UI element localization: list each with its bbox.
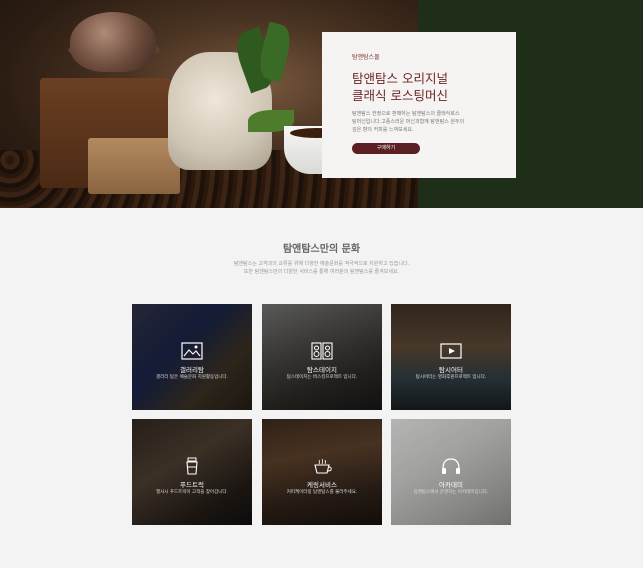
tile-catering[interactable]: 케링서비스 커피케이터링 탐앤탐스를 불러주세요. xyxy=(262,419,382,525)
gallery-icon xyxy=(181,342,203,360)
tile-title: 아카데미 xyxy=(439,481,463,489)
culture-desc-line2: 또한 탐앤탐스만의 다양한 서비스를 통해 여러분의 탐앤탐스를 즐겨보세요. xyxy=(243,269,400,275)
tile-title: 푸드트럭 xyxy=(180,481,204,489)
tile-desc: 갤러리 탐은 예술문화 지원활동입니다. xyxy=(156,375,228,380)
culture-grid: 갤러리탐 갤러리 탐은 예술문화 지원활동입니다. 탐스테이지 탐스테이지는 버… xyxy=(132,304,512,526)
tile-desc: 탐앤탐스에서 운영하는 아카데미입니다. xyxy=(413,490,489,495)
tile-theater[interactable]: 탐시어터 탐시어터는 영화후원프로젝트 입니다. xyxy=(391,304,511,410)
hero-kicker: 탐앤탐스몰 xyxy=(352,54,380,61)
hero-title: 탐앤탐스 오리지널 클래식 로스팅머신 xyxy=(352,70,496,104)
food-truck-icon xyxy=(181,457,203,475)
tile-title: 케링서비스 xyxy=(307,481,337,489)
culture-section: 탐앤탐스만의 문화 탐앤탐스는 고객과의 교류를 위해 다양한 예술문화를 적극… xyxy=(0,208,643,568)
theater-icon xyxy=(440,342,462,360)
hero-desc-line3: 깊은 향의 커피를 느껴보세요. xyxy=(352,127,414,133)
catering-icon xyxy=(311,457,333,475)
hero-description: 탐앤탐스 한정으로 판매하는 탐앤탐스의 클래식로스 팅머신입니다.고풍스러운 … xyxy=(352,110,496,134)
tile-food-truck[interactable]: 푸드트럭 행사시 푸드트럭이 고객을 찾아갑니다. xyxy=(132,419,252,525)
grinder-bowl xyxy=(70,12,156,72)
hero-banner: 탐앤탐스몰 탐앤탐스 오리지널 클래식 로스팅머신 탐앤탐스 한정으로 판매하는… xyxy=(0,0,643,208)
stage-icon xyxy=(311,342,333,360)
tile-title: 갤러리탐 xyxy=(180,366,204,374)
grinder-drawer xyxy=(88,138,180,194)
tile-stage[interactable]: 탐스테이지 탐스테이지는 버스킹프로젝트 입니다. xyxy=(262,304,382,410)
hero-desc-line2: 팅머신입니다.고풍스러운 머신과함께 탐앤탐스 원두의 xyxy=(352,119,465,125)
hero-title-line1: 탐앤탐스 오리지널 xyxy=(352,71,448,86)
leaf xyxy=(255,21,295,83)
tile-desc: 탐시어터는 영화후원프로젝트 입니다. xyxy=(415,375,487,380)
tile-desc: 커피케이터링 탐앤탐스를 불러주세요. xyxy=(286,490,358,495)
tile-title: 탐스테이지 xyxy=(307,366,337,374)
hero-promo-card: 탐앤탐스몰 탐앤탐스 오리지널 클래식 로스팅머신 탐앤탐스 한정으로 판매하는… xyxy=(322,32,516,178)
culture-description: 탐앤탐스는 고객과의 교류를 위해 다양한 예술문화를 적극적으로 지원하고 있… xyxy=(0,260,643,276)
tile-title: 탐시어터 xyxy=(439,366,463,374)
tile-desc: 탐스테이지는 버스킹프로젝트 입니다. xyxy=(286,375,358,380)
hero-title-line2: 클래식 로스팅머신 xyxy=(352,88,448,103)
buy-button[interactable]: 구매하기 xyxy=(352,143,420,154)
hero-desc-line1: 탐앤탐스 한정으로 판매하는 탐앤탐스의 클래식로스 xyxy=(352,111,460,117)
tile-desc: 행사시 푸드트럭이 고객을 찾아갑니다. xyxy=(156,490,228,495)
culture-title: 탐앤탐스만의 문화 xyxy=(282,244,361,255)
tile-gallery[interactable]: 갤러리탐 갤러리 탐은 예술문화 지원활동입니다. xyxy=(132,304,252,410)
headphones-icon xyxy=(440,457,462,475)
culture-desc-line1: 탐앤탐스는 고객과의 교류를 위해 다양한 예술문화를 적극적으로 지원하고 있… xyxy=(233,261,410,267)
tile-academy[interactable]: 아카데미 탐앤탐스에서 운영하는 아카데미입니다. xyxy=(391,419,511,525)
